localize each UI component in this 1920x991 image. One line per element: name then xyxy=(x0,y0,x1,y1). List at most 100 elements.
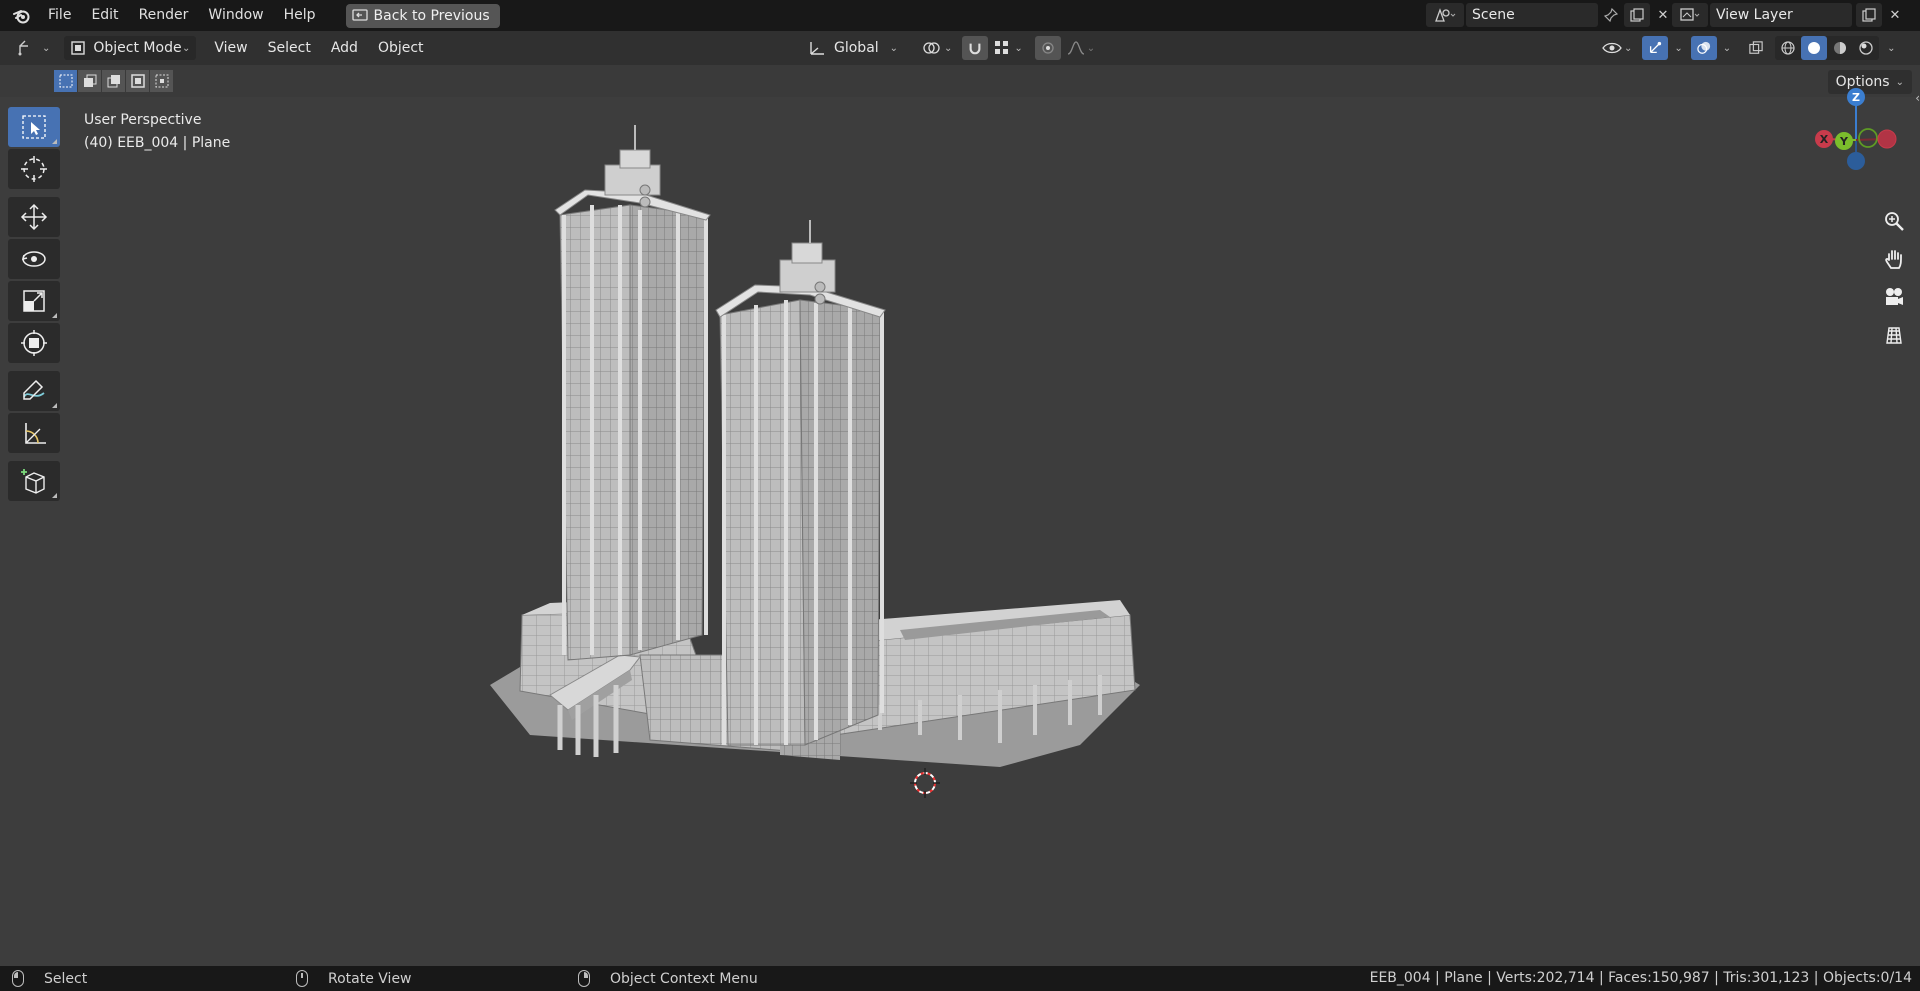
gizmo-neg-y-axis[interactable] xyxy=(1858,128,1878,148)
scale-icon xyxy=(23,290,45,312)
wireframe-shading-icon[interactable] xyxy=(1775,36,1801,60)
visibility-dropdown[interactable]: ⌄ xyxy=(1600,36,1634,60)
svg-text:Z: Z xyxy=(1852,91,1860,104)
magnet-icon xyxy=(969,43,981,55)
menu-file[interactable]: File xyxy=(38,0,81,31)
snap-toggle[interactable] xyxy=(962,36,989,60)
pivot-point-dropdown[interactable]: ⌄ xyxy=(916,36,958,60)
zoom-icon[interactable] xyxy=(1878,205,1910,237)
select-intersect-icon[interactable] xyxy=(150,70,174,92)
perspective-label: User Perspective xyxy=(84,112,202,128)
measure-tool[interactable] xyxy=(8,413,60,453)
viewport-menu-object[interactable]: Object xyxy=(372,36,430,60)
select-box-tool[interactable] xyxy=(8,107,60,147)
viewport-menu-add[interactable]: Add xyxy=(325,36,364,60)
camera-view-icon[interactable] xyxy=(1878,281,1910,313)
editor-type-icon xyxy=(18,40,28,56)
top-bar: File Edit Render Window Help Back to Pre… xyxy=(0,0,1920,31)
pencil-icon xyxy=(23,379,45,400)
gizmo-dropdown[interactable]: ⌄ xyxy=(1674,43,1682,54)
editor-type-button[interactable]: ⌄ xyxy=(10,36,56,60)
ortho-grid-icon[interactable] xyxy=(1878,319,1910,351)
menu-window[interactable]: Window xyxy=(198,0,273,31)
sidebar-toggle-icon[interactable]: ‹ xyxy=(1915,91,1920,105)
middle-mouse-icon xyxy=(296,970,308,987)
add-cube-tool[interactable] xyxy=(8,461,60,501)
scene-statistics: EEB_004 | Plane | Verts:202,714 | Faces:… xyxy=(1369,970,1912,986)
svg-text:X: X xyxy=(1820,133,1829,146)
shading-modes xyxy=(1775,36,1880,60)
status-select-label: Select xyxy=(44,970,88,987)
3d-cursor-icon xyxy=(21,156,47,182)
gizmo-x-axis[interactable]: X xyxy=(1815,130,1833,148)
snap-target-dropdown[interactable]: ⌄ xyxy=(992,36,1024,60)
navigation-gizmo[interactable]: Z X Y xyxy=(1790,75,1910,185)
select-subtract-icon[interactable] xyxy=(102,70,126,92)
tool-header: Options ⌄ xyxy=(0,65,1920,97)
select-cursor-icon xyxy=(22,115,46,139)
scene-name-field[interactable]: Scene xyxy=(1466,3,1598,27)
mode-label: Object Mode xyxy=(93,40,182,56)
select-new-icon[interactable] xyxy=(54,70,78,92)
tool-shelf xyxy=(8,107,62,503)
xray-toggle[interactable] xyxy=(1743,36,1769,60)
status-hint-select: Select xyxy=(12,970,87,987)
rotate-tool[interactable] xyxy=(8,239,60,279)
menu-render[interactable]: Render xyxy=(129,0,199,31)
move-tool[interactable] xyxy=(8,197,60,237)
transform-icon xyxy=(21,330,47,356)
scale-tool[interactable] xyxy=(8,281,60,321)
gizmo-y-axis[interactable]: Y xyxy=(1835,132,1853,150)
pan-hand-icon[interactable] xyxy=(1878,243,1910,275)
navigation-tools xyxy=(1878,205,1910,357)
scene-browse-button[interactable] xyxy=(1426,3,1464,27)
falloff-curve-icon xyxy=(1067,41,1085,55)
overlays-toggle[interactable] xyxy=(1690,36,1717,60)
building-model[interactable] xyxy=(480,95,1320,935)
transform-tool[interactable] xyxy=(8,323,60,363)
viewport-menu-select[interactable]: Select xyxy=(262,36,317,60)
xray-icon xyxy=(1749,41,1763,54)
select-extend-icon[interactable] xyxy=(78,70,102,92)
back-to-previous-button[interactable]: Back to Previous xyxy=(345,3,500,28)
gizmo-icon xyxy=(1650,41,1662,54)
annotate-tool[interactable] xyxy=(8,371,60,411)
view-layer-browse-button[interactable] xyxy=(1672,3,1708,27)
scene-icon xyxy=(1435,8,1456,22)
left-mouse-icon xyxy=(12,970,24,987)
status-context-label: Object Context Menu xyxy=(610,970,758,987)
proportional-falloff-dropdown[interactable]: ⌄ xyxy=(1065,36,1097,60)
status-rotate-label: Rotate View xyxy=(328,970,412,987)
move-arrows-icon xyxy=(20,203,48,231)
view-layer-name-field[interactable]: View Layer xyxy=(1710,3,1852,27)
solid-shading-icon[interactable] xyxy=(1801,36,1828,60)
3d-viewport[interactable]: Options ⌄ User Perspective (40) EEB_004 … xyxy=(0,65,1920,966)
gizmo-z-axis[interactable]: Z xyxy=(1847,88,1865,106)
scene-selector: Scene ✕ xyxy=(1426,3,1676,27)
menu-help[interactable]: Help xyxy=(274,0,326,31)
orientation-dropdown[interactable]: Global ⌄ xyxy=(802,36,904,60)
viewport-display-controls: ⌄ ⌄ ⌄ ⌄ xyxy=(1600,36,1896,60)
blender-logo-icon[interactable] xyxy=(6,0,38,31)
shading-dropdown[interactable]: ⌄ xyxy=(1887,43,1895,54)
pin-icon[interactable] xyxy=(1598,3,1624,27)
cursor-tool[interactable] xyxy=(8,149,60,189)
gizmo-neg-x-axis[interactable] xyxy=(1877,129,1897,149)
back-to-previous-label: Back to Previous xyxy=(373,7,490,24)
gizmo-neg-z-axis[interactable] xyxy=(1847,152,1865,170)
new-scene-icon[interactable] xyxy=(1624,3,1650,27)
material-shading-icon[interactable] xyxy=(1827,36,1853,60)
rendered-shading-icon[interactable] xyxy=(1853,36,1879,60)
delete-view-layer-icon[interactable]: ✕ xyxy=(1882,3,1908,27)
ruler-icon xyxy=(25,423,46,444)
select-invert-icon[interactable] xyxy=(126,70,150,92)
mode-dropdown[interactable]: Object Mode ⌄ xyxy=(64,36,197,60)
gizmo-toggle[interactable] xyxy=(1642,36,1669,60)
menu-edit[interactable]: Edit xyxy=(81,0,128,31)
proportional-edit-toggle[interactable] xyxy=(1034,36,1061,60)
proportional-edit-icon xyxy=(1042,42,1054,54)
new-view-layer-icon[interactable] xyxy=(1856,3,1882,27)
eye-icon xyxy=(1602,42,1622,54)
viewport-menu-view[interactable]: View xyxy=(208,36,253,60)
overlays-dropdown[interactable]: ⌄ xyxy=(1723,43,1731,54)
